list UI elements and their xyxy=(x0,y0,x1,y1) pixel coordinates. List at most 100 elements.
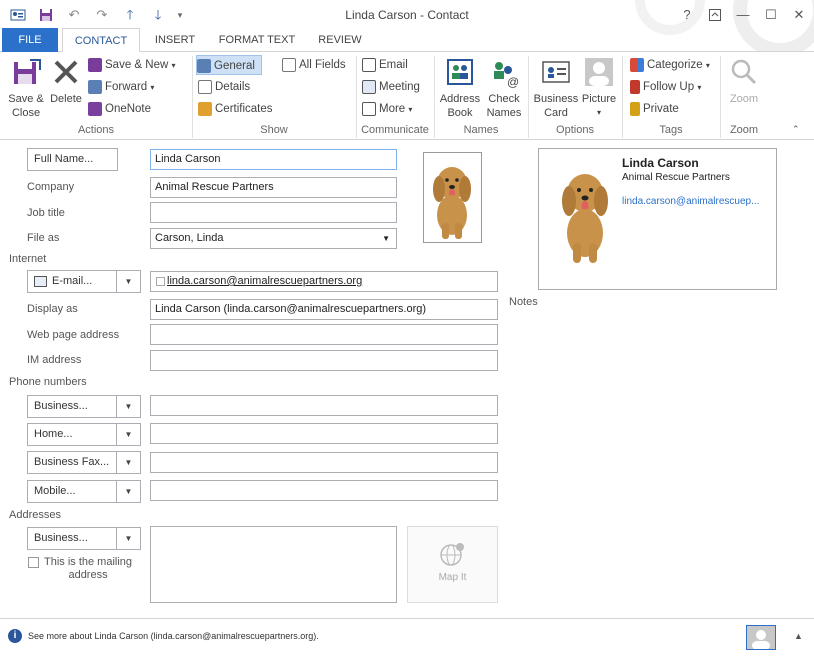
dog-photo-icon xyxy=(433,167,471,239)
card-company: Animal Rescue Partners xyxy=(622,172,730,183)
business-card-icon xyxy=(542,61,570,83)
people-pane-bar: i See more about Linda Carson (linda.car… xyxy=(0,618,814,656)
help-button[interactable]: ? xyxy=(675,5,699,25)
expand-people-pane-icon[interactable]: ▲ xyxy=(794,631,803,641)
globe-pin-icon xyxy=(439,543,464,566)
address-textarea[interactable] xyxy=(150,526,397,603)
tab-insert[interactable]: INSERT xyxy=(148,28,202,52)
address-book-button[interactable]: Address Book xyxy=(438,56,482,120)
magnifier-icon xyxy=(731,59,757,85)
forward-icon xyxy=(88,79,102,94)
person-silhouette-icon xyxy=(752,630,770,650)
notes-area[interactable] xyxy=(508,310,808,610)
group-label-options: Options xyxy=(556,124,594,136)
delete-button[interactable]: Delete xyxy=(48,56,84,106)
phone-business-fax-field[interactable] xyxy=(150,452,498,473)
card-dog-photo-icon xyxy=(562,174,608,263)
chevron-down-icon[interactable]: ▼ xyxy=(116,424,140,445)
tab-contact[interactable]: CONTACT xyxy=(62,28,140,53)
tab-format-text[interactable]: FORMAT TEXT xyxy=(210,28,304,52)
categorize-icon xyxy=(630,57,644,72)
person-avatar[interactable] xyxy=(746,625,776,650)
mailing-address-checkbox[interactable] xyxy=(28,557,39,568)
tab-review[interactable]: REVIEW xyxy=(312,28,368,52)
group-label-show: Show xyxy=(260,124,288,136)
company-field[interactable]: Animal Rescue Partners xyxy=(150,177,397,198)
job-title-label: Job title xyxy=(27,207,65,219)
job-title-field[interactable] xyxy=(150,202,397,223)
phone-home-field[interactable] xyxy=(150,423,498,444)
details-icon xyxy=(198,79,212,94)
group-label-zoom: Zoom xyxy=(729,124,759,136)
meeting-button[interactable]: Meeting xyxy=(362,77,420,97)
phone-type-business[interactable]: Business... ▼ xyxy=(27,395,141,418)
onenote-button[interactable]: OneNote xyxy=(88,99,151,119)
card-name: Linda Carson xyxy=(622,156,699,170)
close-button[interactable]: ✕ xyxy=(787,5,811,25)
display-as-field[interactable]: Linda Carson (linda.carson@animalrescuep… xyxy=(150,299,498,320)
ribbon-display-button[interactable] xyxy=(703,5,727,25)
business-card-preview[interactable]: Linda Carson Animal Rescue Partners lind… xyxy=(538,148,777,290)
flag-icon xyxy=(630,79,640,94)
phone-type-mobile[interactable]: Mobile... ▼ xyxy=(27,480,141,503)
phone-type-business-fax[interactable]: Business Fax... ▼ xyxy=(27,451,141,474)
full-name-button[interactable]: Full Name... xyxy=(27,148,118,171)
lock-icon xyxy=(630,101,640,116)
picture-button[interactable]: Picture ▾ xyxy=(580,56,618,120)
save-close-button[interactable]: Save & Close xyxy=(4,56,48,120)
all-fields-button[interactable]: All Fields xyxy=(282,55,346,75)
zoom-button[interactable]: Zoom xyxy=(724,56,764,106)
follow-up-button[interactable]: Follow Up ▾ xyxy=(630,77,701,97)
im-address-field[interactable] xyxy=(150,350,498,371)
email-envelope-icon xyxy=(362,57,376,72)
minimize-button[interactable]: — xyxy=(731,5,755,25)
tab-file[interactable]: FILE xyxy=(2,28,58,52)
details-button[interactable]: Details xyxy=(198,77,250,97)
phone-type-home[interactable]: Home... ▼ xyxy=(27,423,141,446)
phone-mobile-field[interactable] xyxy=(150,480,498,501)
map-it-button[interactable]: Map It xyxy=(407,526,498,603)
email-type-button[interactable]: E-mail... ▼ xyxy=(27,270,141,293)
chevron-down-icon[interactable]: ▼ xyxy=(116,452,140,473)
people-pane-text[interactable]: See more about Linda Carson (linda.carso… xyxy=(28,631,319,641)
email-checkbox[interactable] xyxy=(156,277,165,286)
contact-photo[interactable] xyxy=(423,152,482,243)
email-field[interactable]: linda.carson@animalrescuepartners.org xyxy=(150,271,498,292)
chevron-down-icon[interactable]: ▼ xyxy=(116,481,140,502)
file-as-dropdown[interactable]: Carson, Linda ▼ xyxy=(150,228,397,249)
private-button[interactable]: Private xyxy=(630,99,679,119)
certificates-button[interactable]: Certificates xyxy=(198,99,273,119)
title-bar: ↶ ↷ 🡑 🡓 ▾ Linda Carson - Contact ? — ☐ ✕ xyxy=(0,0,814,52)
chevron-down-icon: ▼ xyxy=(382,234,390,243)
maximize-button[interactable]: ☐ xyxy=(759,5,783,25)
full-name-field[interactable]: Linda Carson xyxy=(150,149,397,170)
check-names-icon: @ xyxy=(494,62,519,89)
web-page-field[interactable] xyxy=(150,324,498,345)
more-button[interactable]: More ▾ xyxy=(362,99,412,119)
email-card-icon xyxy=(34,276,47,287)
card-email: linda.carson@animalrescuep... xyxy=(622,196,760,207)
mailing-address-label: This is the mailing address xyxy=(44,556,133,581)
business-card-button[interactable]: Business Card xyxy=(532,56,580,120)
collapse-ribbon-icon[interactable]: ⌃ xyxy=(792,124,800,135)
picture-placeholder-icon xyxy=(585,58,613,86)
save-new-button[interactable]: Save & New ▾ xyxy=(88,55,176,75)
chevron-down-icon[interactable]: ▼ xyxy=(116,528,140,549)
chevron-down-icon[interactable]: ▼ xyxy=(116,271,140,292)
check-names-button[interactable]: @ Check Names xyxy=(484,56,524,120)
svg-text:@: @ xyxy=(507,75,519,88)
notes-label: Notes xyxy=(509,296,538,308)
save-new-icon xyxy=(88,57,102,72)
email-button[interactable]: Email xyxy=(362,55,408,75)
save-close-icon xyxy=(14,59,41,84)
forward-button[interactable]: Forward ▾ xyxy=(88,77,154,97)
im-address-label: IM address xyxy=(27,354,82,366)
info-icon: i xyxy=(8,629,22,643)
phone-section-label: Phone numbers xyxy=(9,376,87,388)
address-type-button[interactable]: Business... ▼ xyxy=(27,527,141,550)
general-button[interactable]: General xyxy=(196,55,262,75)
chevron-down-icon[interactable]: ▼ xyxy=(116,396,140,417)
phone-business-field[interactable] xyxy=(150,395,498,416)
categorize-button[interactable]: Categorize ▾ xyxy=(630,55,710,75)
web-page-label: Web page address xyxy=(27,329,120,341)
